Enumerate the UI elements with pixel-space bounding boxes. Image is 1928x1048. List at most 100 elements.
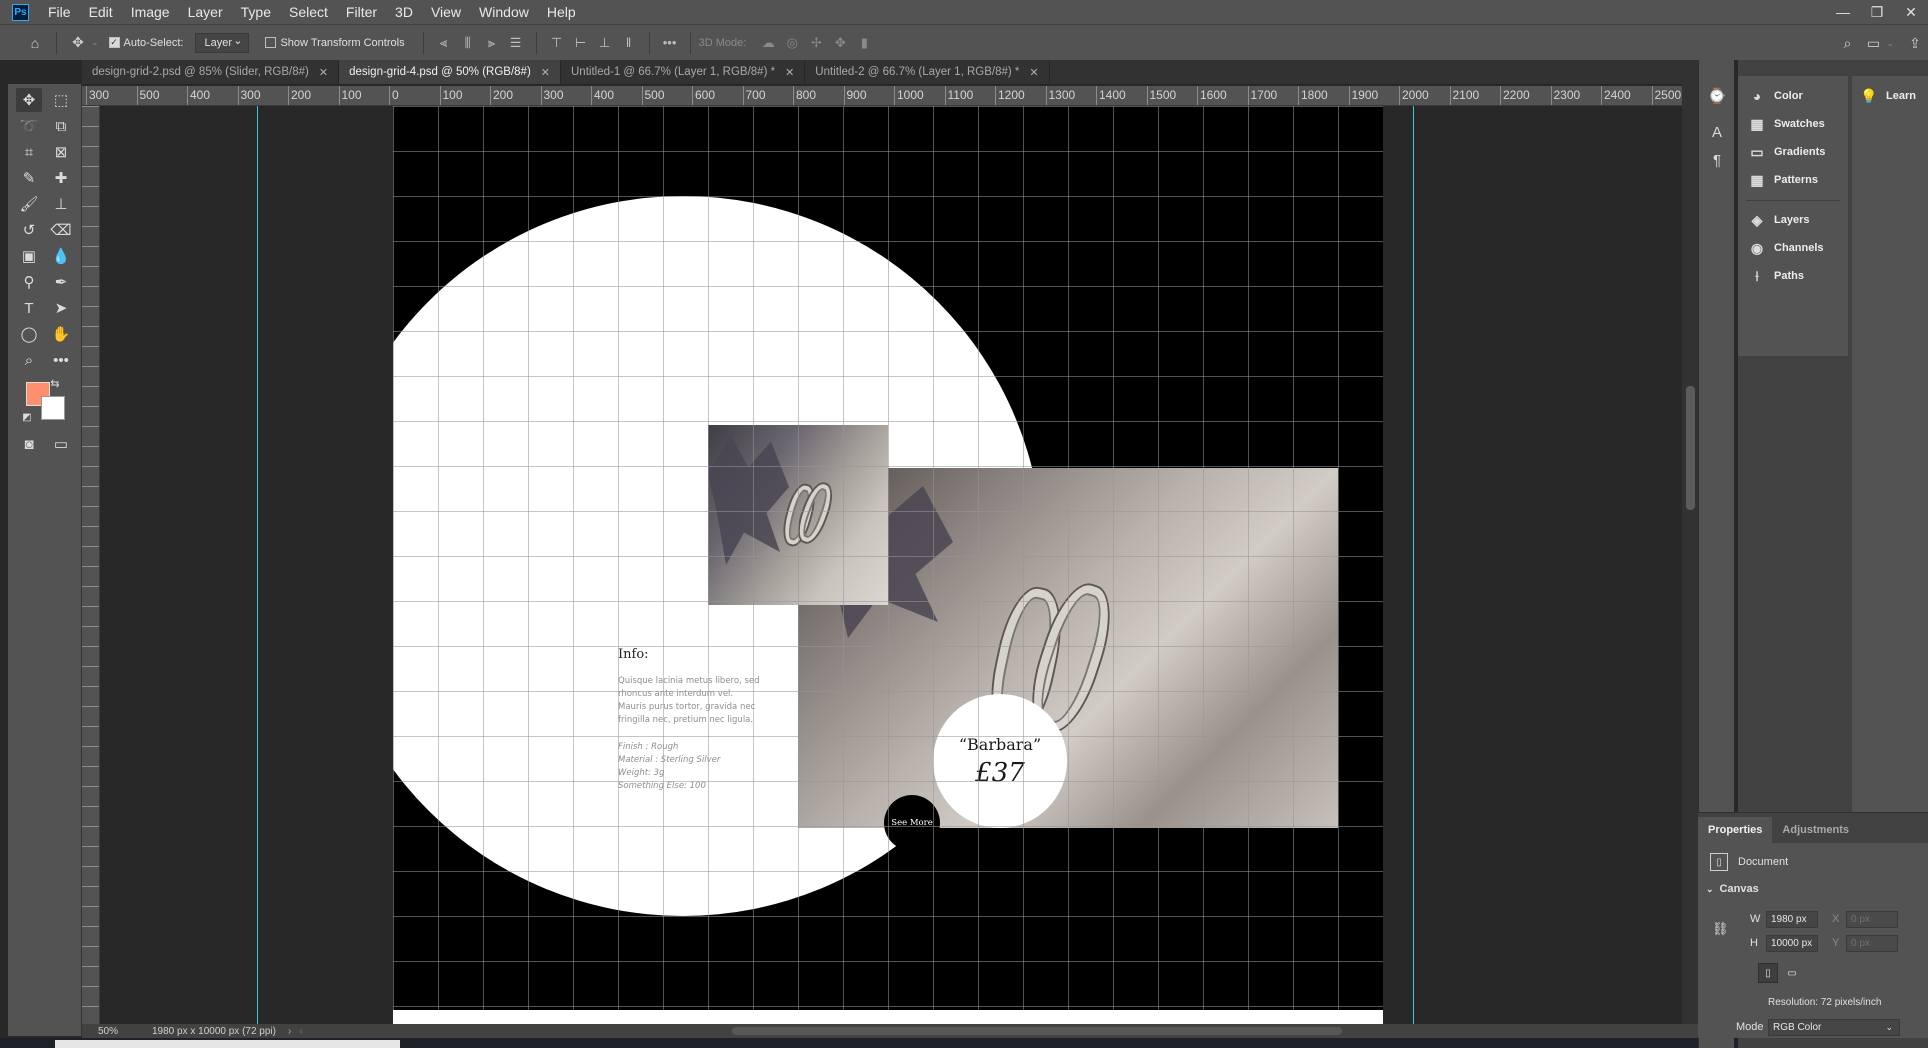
marquee-tool-icon[interactable]: ⬚ — [48, 88, 74, 112]
align-right-edges-icon[interactable]: ⫸ — [480, 31, 504, 55]
tab-adjustments[interactable]: Adjustments — [1772, 817, 1859, 843]
x-input[interactable]: 0 px — [1846, 911, 1898, 928]
menu-type[interactable]: Type — [232, 4, 280, 20]
distribute-horizontal-icon[interactable]: ‖ — [617, 31, 641, 55]
menu-view[interactable]: View — [422, 4, 470, 20]
type-tool-icon[interactable]: T — [16, 296, 42, 320]
more-options-icon[interactable]: ••• — [658, 31, 682, 55]
y-input[interactable]: 0 px — [1846, 935, 1898, 952]
swap-colors-icon[interactable]: ⇆ — [48, 376, 62, 390]
auto-select-checkbox[interactable]: ✓ — [108, 37, 120, 48]
align-vertical-centers-icon[interactable]: ⊢ — [569, 31, 593, 55]
align-bottom-edges-icon[interactable]: ⊥ — [593, 31, 617, 55]
minimize-button[interactable]: — — [1826, 0, 1860, 24]
edit-toolbar-icon[interactable]: ••• — [48, 348, 74, 372]
height-input[interactable]: 10000 px — [1766, 935, 1818, 952]
eyedropper-tool-icon[interactable]: ✎ — [16, 166, 42, 190]
panel-learn[interactable]: 💡 Learn — [1858, 84, 1916, 108]
gradient-tool-icon[interactable]: ▣ — [16, 244, 42, 268]
panel-patterns[interactable]: ▦ Patterns — [1746, 168, 1818, 192]
move-tool-icon[interactable]: ✥ — [16, 88, 42, 112]
chevron-down-icon[interactable]: ⌄ — [91, 37, 99, 48]
panel-layers[interactable]: ◈ Layers — [1746, 208, 1810, 232]
clone-stamp-tool-icon[interactable]: ⊥ — [48, 192, 74, 216]
scale-3d-icon[interactable]: ▮ — [852, 31, 876, 55]
zoom-tool-icon[interactable]: ⌕ — [16, 348, 42, 372]
object-selection-tool-icon[interactable]: ⧉ — [48, 114, 74, 138]
frame-tool-icon[interactable]: ⊠ — [48, 140, 74, 164]
chevron-right-icon[interactable]: › — [288, 1026, 291, 1037]
history-brush-tool-icon[interactable]: ↺ — [16, 218, 42, 242]
menu-filter[interactable]: Filter — [337, 4, 386, 20]
lasso-tool-icon[interactable]: ➰ — [16, 114, 42, 138]
distribute-vertical-icon[interactable]: ☰ — [504, 31, 528, 55]
auto-select-target-dropdown[interactable]: Layer — [195, 32, 250, 53]
link-icon[interactable]: ⛓ — [1712, 921, 1729, 937]
panel-gradients[interactable]: ▭ Gradients — [1746, 140, 1825, 164]
crop-tool-icon[interactable]: ⌗ — [16, 140, 42, 164]
menu-image[interactable]: Image — [122, 4, 179, 20]
menu-select[interactable]: Select — [280, 4, 337, 20]
guide-line[interactable] — [1413, 106, 1414, 1024]
ellipse-tool-icon[interactable]: ◯ — [16, 322, 42, 346]
canvas-area[interactable]: Info: Quisque lacinia metus libero, sed … — [100, 106, 1682, 1024]
close-icon[interactable]: ✕ — [785, 66, 794, 79]
hand-tool-icon[interactable]: ✋ — [48, 322, 74, 346]
menu-file[interactable]: File — [39, 4, 80, 20]
portrait-orientation-icon[interactable]: ▯ — [1758, 963, 1778, 983]
healing-brush-tool-icon[interactable]: ✚ — [48, 166, 74, 190]
close-icon[interactable]: ✕ — [319, 66, 328, 79]
history-panel-icon[interactable]: ⌚ — [1705, 84, 1729, 108]
document-canvas[interactable]: Info: Quisque lacinia metus libero, sed … — [393, 106, 1383, 1024]
orbit-3d-icon[interactable]: ☁ — [756, 31, 780, 55]
panel-swatches[interactable]: ▦ Swatches — [1746, 112, 1824, 136]
dodge-tool-icon[interactable]: ⚲ — [16, 270, 42, 294]
mode-dropdown[interactable]: RGB Color ⌄ — [1768, 1019, 1900, 1036]
tab-untitled-2[interactable]: Untitled-2 @ 66.7% (Layer 1, RGB/8#) * ✕ — [805, 60, 1050, 84]
screen-mode-icon[interactable]: ▭ — [48, 432, 74, 456]
slide-3d-icon[interactable]: ✥ — [828, 31, 852, 55]
menu-help[interactable]: Help — [538, 4, 585, 20]
width-input[interactable]: 1980 px — [1766, 911, 1818, 928]
align-left-edges-icon[interactable]: ⫷ — [432, 31, 456, 55]
vertical-scrollbar[interactable] — [1682, 84, 1698, 1024]
menu-edit[interactable]: Edit — [80, 4, 122, 20]
tab-properties[interactable]: Properties — [1698, 817, 1773, 843]
eraser-tool-icon[interactable]: ⌫ — [48, 218, 74, 242]
workspace-icon[interactable]: ▭ — [1860, 30, 1886, 56]
panel-color[interactable]: ◕ Color — [1746, 84, 1803, 108]
search-icon[interactable]: ⌕ — [1834, 30, 1860, 56]
background-color-swatch[interactable] — [41, 396, 65, 420]
landscape-orientation-icon[interactable]: ▭ — [1782, 963, 1802, 983]
canvas-section-header[interactable]: ⌄ Canvas — [1706, 883, 1759, 895]
tab-design-grid-4[interactable]: design-grid-4.psd @ 50% (RGB/8#) ✕ — [339, 60, 561, 84]
home-icon[interactable]: ⌂ — [22, 30, 48, 56]
path-selection-tool-icon[interactable]: ➤ — [48, 296, 74, 320]
brush-tool-icon[interactable]: 🖌 — [16, 192, 42, 216]
panel-channels[interactable]: ◉ Channels — [1746, 236, 1824, 260]
close-icon[interactable]: ✕ — [1029, 66, 1038, 79]
align-top-edges-icon[interactable]: ⊤ — [545, 31, 569, 55]
guide-line[interactable] — [257, 106, 258, 1024]
share-icon[interactable]: ⇪ — [1902, 30, 1928, 56]
move-tool-preset-icon[interactable]: ✥ — [65, 30, 91, 56]
close-icon[interactable]: ✕ — [541, 66, 550, 79]
chevron-down-icon[interactable]: ⌄ — [1886, 38, 1894, 49]
close-window-button[interactable]: ✕ — [1894, 0, 1928, 24]
restore-button[interactable]: ❐ — [1860, 0, 1894, 24]
chevron-left-icon[interactable]: ‹ — [299, 1026, 302, 1037]
quick-mask-icon[interactable]: ◙ — [16, 432, 42, 456]
paragraph-panel-icon[interactable]: ¶ — [1705, 148, 1729, 172]
show-transform-controls-checkbox[interactable] — [265, 37, 277, 48]
default-colors-icon[interactable]: ◩ — [20, 410, 34, 424]
scrollbar-thumb[interactable] — [1686, 386, 1695, 510]
menu-window[interactable]: Window — [470, 4, 538, 20]
menu-3d[interactable]: 3D — [386, 4, 422, 20]
roll-3d-icon[interactable]: ◎ — [780, 31, 804, 55]
pan-3d-icon[interactable]: ✢ — [804, 31, 828, 55]
pen-tool-icon[interactable]: ✒ — [48, 270, 74, 294]
blur-tool-icon[interactable]: 💧 — [48, 244, 74, 268]
horizontal-scrollbar-thumb[interactable] — [732, 1027, 1342, 1035]
tab-design-grid-2[interactable]: design-grid-2.psd @ 85% (Slider, RGB/8#)… — [82, 60, 340, 84]
character-panel-icon[interactable]: A — [1705, 120, 1729, 144]
